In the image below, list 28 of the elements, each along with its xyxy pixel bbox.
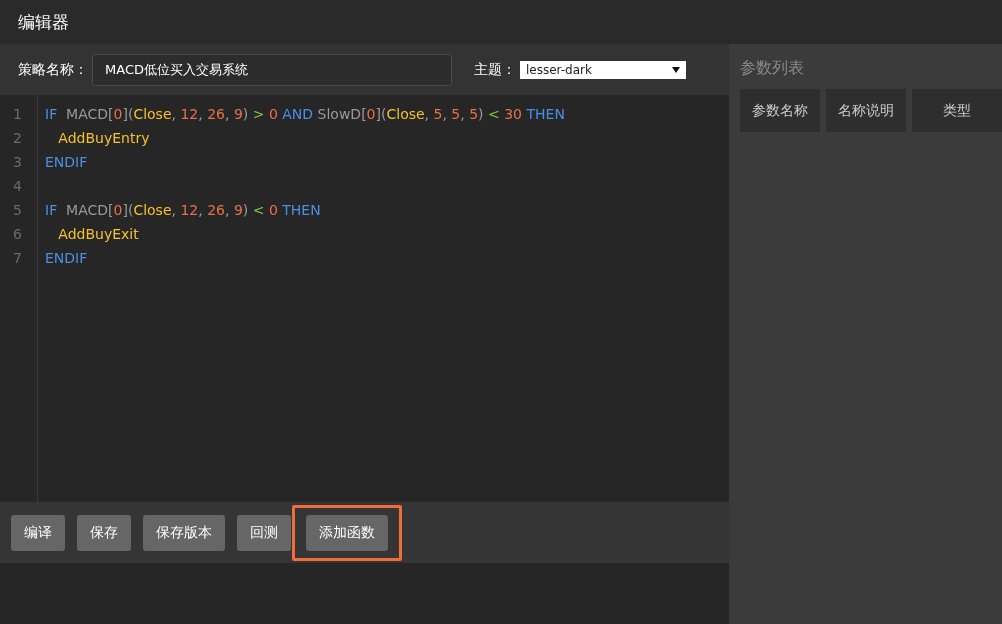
line-number: 4 <box>12 177 23 196</box>
panel-title: 参数列表 <box>740 58 805 79</box>
column-header: 类型 <box>912 89 1002 132</box>
code-line: ENDIF <box>45 249 89 268</box>
line-number: 2 <box>12 129 23 148</box>
caret-icon <box>672 66 680 73</box>
theme-dropdown[interactable]: lesser-dark <box>520 60 686 79</box>
strategy-name-label: 策略名称： <box>18 60 88 79</box>
toolbar-button[interactable]: 回测 <box>237 514 291 551</box>
line-number: 7 <box>12 249 23 268</box>
toolbar-button[interactable]: 保存版本 <box>143 514 225 551</box>
toolbar-button[interactable]: 保存 <box>77 514 131 551</box>
toolbar-button[interactable]: 编译 <box>11 514 65 551</box>
line-number: 6 <box>12 225 23 244</box>
strategy-name-field[interactable]: MACD低位买入交易系统 <box>92 53 452 86</box>
toolbar-button[interactable]: 添加函数 <box>306 514 388 551</box>
column-header: 名称说明 <box>826 89 906 132</box>
code-line: ENDIF <box>45 153 89 172</box>
column-header: 参数名称 <box>740 89 820 132</box>
code-line: AddBuyExit <box>57 225 140 244</box>
line-number: 5 <box>12 201 23 220</box>
code-line: AddBuyEntry <box>57 129 151 148</box>
window-title: 编辑器 <box>18 10 69 34</box>
theme-label: 主题： <box>474 60 516 79</box>
code-line: IF MACD[0](Close, 12, 26, 9) < 0 THEN <box>45 201 322 220</box>
line-number: 3 <box>12 153 23 172</box>
line-number: 1 <box>12 105 23 124</box>
code-line: IF MACD[0](Close, 12, 26, 9) > 0 AND SlowD[0](Close, 5, 5, 5) < 30 THEN <box>45 105 565 124</box>
